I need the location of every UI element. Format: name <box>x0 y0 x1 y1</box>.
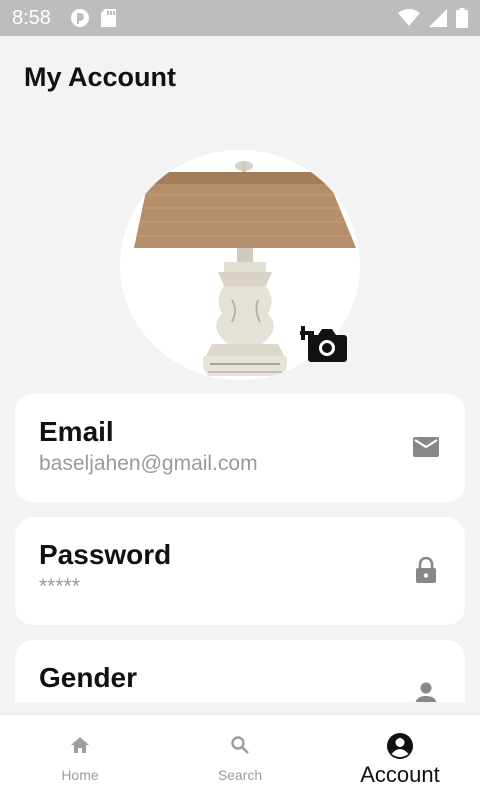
signal-icon <box>429 9 447 27</box>
page-title: My Account <box>24 62 177 92</box>
search-icon <box>231 736 249 754</box>
email-value: baseljahen@gmail.com <box>39 452 258 475</box>
password-label: Password <box>39 539 172 570</box>
password-value: ***** <box>39 575 80 598</box>
nav-label-home: Home <box>61 767 99 783</box>
email-card[interactable]: Email baseljahen@gmail.com <box>15 394 465 502</box>
account-circle-icon <box>387 733 413 759</box>
home-icon <box>71 737 89 753</box>
gender-card[interactable]: Gender <box>15 640 465 702</box>
nav-item-home[interactable]: Home <box>0 715 160 801</box>
status-bar: 8:58 <box>0 0 480 36</box>
nav-item-search[interactable]: Search <box>160 715 320 801</box>
wifi-icon <box>398 9 420 26</box>
sd-card-icon <box>101 9 116 27</box>
nav-item-account[interactable]: Account <box>320 715 480 801</box>
battery-icon <box>456 8 468 28</box>
pocket-icon <box>71 9 89 27</box>
mail-icon <box>413 437 439 457</box>
lock-icon <box>416 557 436 583</box>
password-card[interactable]: Password ***** <box>15 517 465 625</box>
nav-label-account: Account <box>360 762 440 787</box>
status-time: 8:58 <box>12 7 51 29</box>
bottom-nav: Home Search Account <box>0 714 480 801</box>
person-icon <box>415 682 437 702</box>
email-label: Email <box>39 416 114 447</box>
add-a-photo-icon[interactable] <box>300 321 348 363</box>
nav-label-search: Search <box>217 767 263 783</box>
gender-label: Gender <box>39 662 138 693</box>
